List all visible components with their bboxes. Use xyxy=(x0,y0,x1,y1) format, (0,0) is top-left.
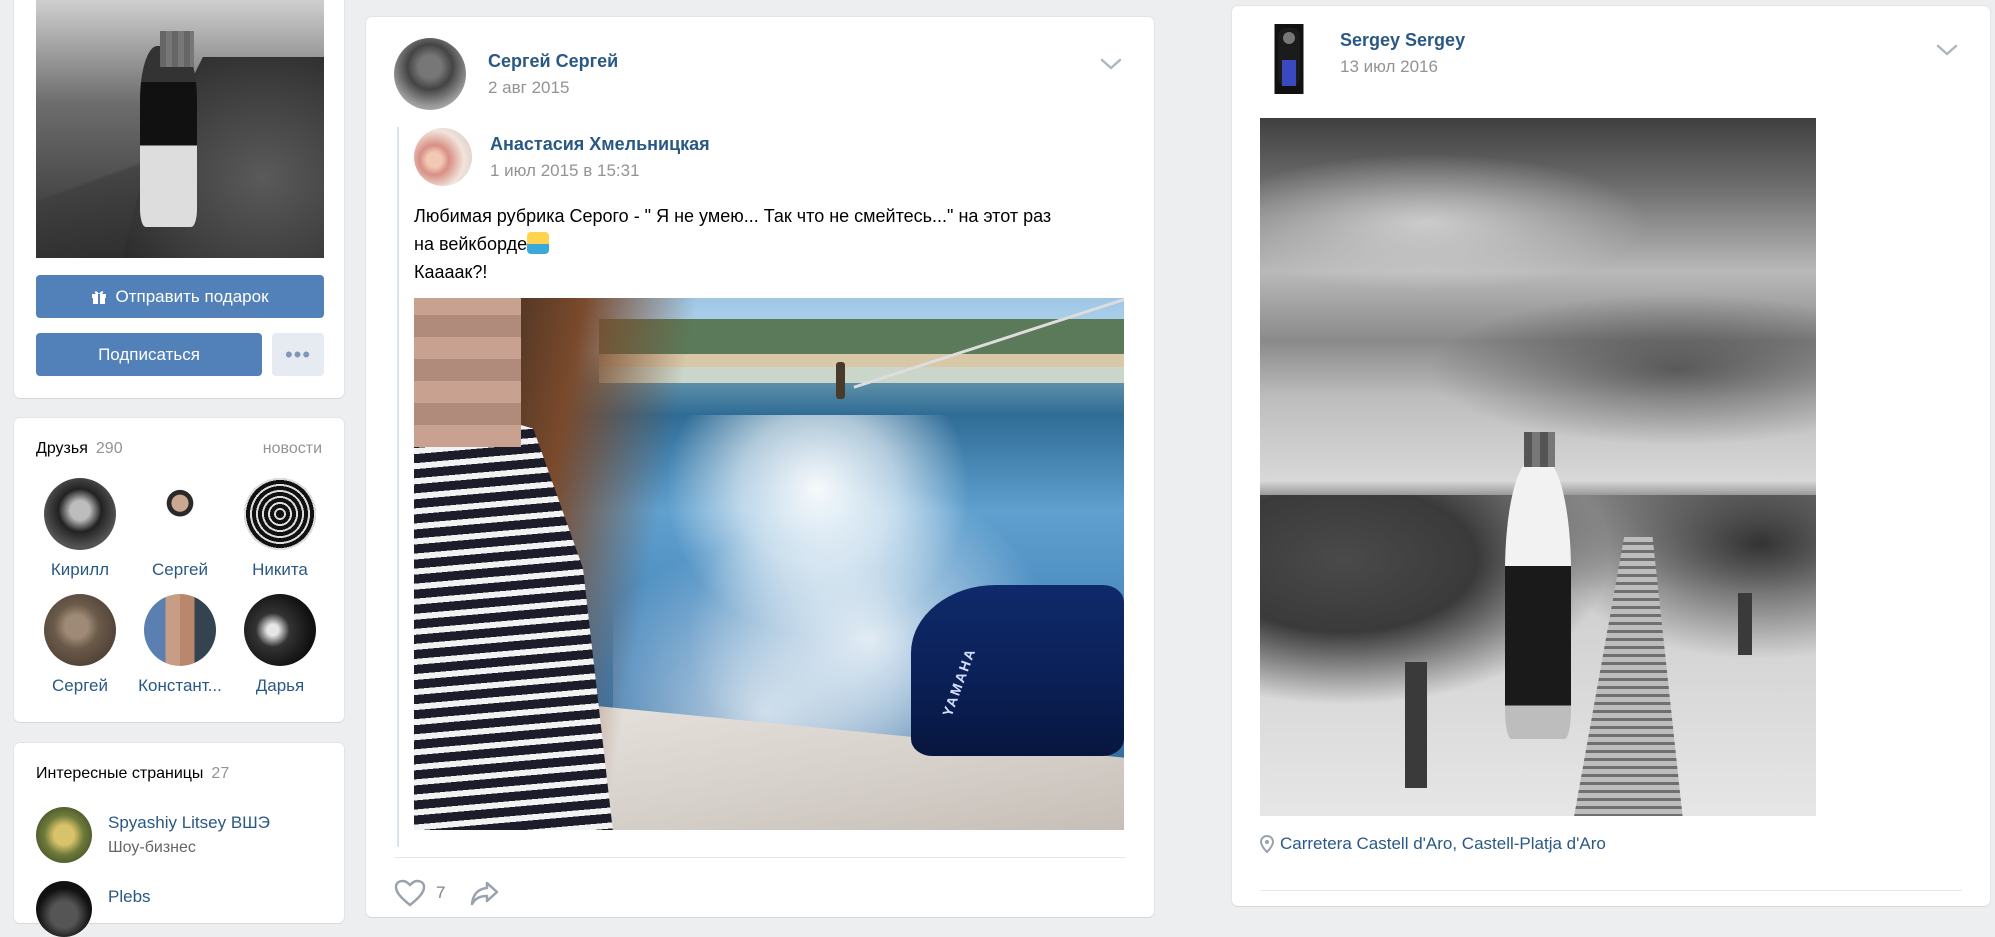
friend-avatar xyxy=(244,478,316,550)
share-button[interactable] xyxy=(469,879,501,907)
post-actions: 7 xyxy=(394,879,501,907)
post-text-line: Любимая рубрика Серого - " Я не умею... … xyxy=(414,206,1052,226)
photo-person xyxy=(139,46,198,228)
page-avatar xyxy=(36,807,92,863)
location-pin-icon xyxy=(1260,835,1274,853)
post-divider xyxy=(1260,890,1962,891)
friend-item[interactable]: Никита xyxy=(230,478,330,580)
friend-item[interactable]: Кирилл xyxy=(30,478,130,580)
interesting-pages-block: Интересные страницы 27 Spyashiy Litsey В… xyxy=(14,743,344,937)
friend-avatar xyxy=(44,478,116,550)
gift-icon xyxy=(91,289,107,305)
profile-card: Отправить подарок Подписаться ••• xyxy=(14,0,344,398)
friend-name: Никита xyxy=(252,560,308,579)
page-title: Plebs xyxy=(108,887,151,906)
post-text-line: на вейкборде xyxy=(414,234,528,254)
friends-news-link[interactable]: новости xyxy=(263,440,322,458)
post-author-name[interactable]: Сергей Сергей xyxy=(488,51,618,72)
friend-item[interactable]: Сергей xyxy=(130,478,230,580)
repost-header: Анастасия Хмельницкая 1 июл 2015 в 15:31 xyxy=(414,128,710,186)
photo-motor xyxy=(911,585,1124,756)
send-gift-button[interactable]: Отправить подарок xyxy=(36,275,324,318)
photo-fence-post xyxy=(1738,592,1753,656)
friend-avatar xyxy=(144,594,216,666)
avatar-figure xyxy=(1278,28,1300,86)
repost-author-avatar[interactable] xyxy=(414,128,472,186)
page-title: Spyashiy Litsey ВШЭ xyxy=(108,813,270,832)
photo-face-blur xyxy=(414,298,521,447)
post-text-line: Кааaак?! xyxy=(414,262,488,282)
repost-date[interactable]: 1 июл 2015 в 15:31 xyxy=(490,161,710,181)
author-avatar[interactable] xyxy=(394,38,466,110)
friends-header: Друзья 290 новости xyxy=(36,438,322,460)
post-card: Sergey Sergey 13 июл 2016 Carretera Cast… xyxy=(1232,6,1990,906)
like-count: 7 xyxy=(436,883,446,902)
profile-photo[interactable] xyxy=(36,0,324,258)
friend-item[interactable]: Дарья xyxy=(230,594,330,696)
friend-avatar xyxy=(144,478,216,550)
photo-face-blur xyxy=(159,30,195,68)
more-actions-button[interactable]: ••• xyxy=(272,333,324,376)
page-item[interactable]: Spyashiy Litsey ВШЭ Шоу-бизнес xyxy=(36,807,270,863)
share-icon xyxy=(471,881,499,906)
chevron-down-icon[interactable] xyxy=(1936,43,1958,57)
post-header: Сергей Сергей 2 авг 2015 xyxy=(394,38,618,110)
photo-wakeboarder xyxy=(836,361,845,400)
surfer-emoji-icon xyxy=(527,232,550,254)
subscribe-button[interactable]: Подписаться xyxy=(36,333,262,376)
post-photo[interactable]: YAMAHA xyxy=(414,298,1124,830)
friends-title[interactable]: Друзья xyxy=(36,440,88,458)
friends-count: 290 xyxy=(95,440,123,457)
heart-icon xyxy=(394,879,426,907)
photo-cloud xyxy=(1426,292,1816,447)
friend-avatar xyxy=(44,594,116,666)
friends-block: Друзья 290 новости Кирилл Сергей Никита … xyxy=(14,418,344,722)
post-date[interactable]: 13 июл 2016 xyxy=(1340,57,1465,77)
friend-name: Сергей xyxy=(152,560,208,579)
friend-name: Констант... xyxy=(138,676,222,695)
post-text-line-2: на вейкборде xyxy=(414,230,1134,258)
page-subtitle: Шоу-бизнес xyxy=(108,839,196,856)
photo-cloud xyxy=(1260,152,1650,293)
post-text: Любимая рубрика Серого - " Я не умею... … xyxy=(414,202,1134,286)
location-text: Carretera Castell d'Aro, Castell-Platja … xyxy=(1280,834,1606,853)
page-avatar xyxy=(36,881,92,937)
friend-name: Дарья xyxy=(255,676,305,695)
pages-count: 27 xyxy=(211,765,230,782)
pages-title[interactable]: Интересные страницы xyxy=(36,765,203,783)
post-photo[interactable] xyxy=(1260,118,1816,816)
chevron-down-icon[interactable] xyxy=(1100,57,1122,71)
friend-name: Кирилл xyxy=(50,560,110,579)
post-date[interactable]: 2 авг 2015 xyxy=(488,78,618,98)
page-item[interactable]: Plebs xyxy=(36,881,151,937)
friends-grid: Кирилл Сергей Никита Сергей Констант... … xyxy=(30,478,330,696)
post-divider xyxy=(394,857,1126,858)
friend-item[interactable]: Констант... xyxy=(130,594,230,696)
pages-header: Интересные страницы 27 xyxy=(36,763,322,785)
author-avatar[interactable] xyxy=(1260,24,1318,94)
repost-author-name[interactable]: Анастасия Хмельницкая xyxy=(490,134,710,155)
friend-avatar xyxy=(244,594,316,666)
like-button[interactable]: 7 xyxy=(394,879,445,907)
photo-person xyxy=(1504,460,1572,740)
post-author-name[interactable]: Sergey Sergey xyxy=(1340,30,1465,51)
post-location[interactable]: Carretera Castell d'Aro, Castell-Platja … xyxy=(1260,834,1606,854)
friend-item[interactable]: Сергей xyxy=(30,594,130,696)
friend-name: Сергей xyxy=(52,676,108,695)
post-header: Sergey Sergey 13 июл 2016 xyxy=(1260,24,1465,94)
post-card: Сергей Сергей 2 авг 2015 Анастасия Хмель… xyxy=(366,17,1154,917)
send-gift-label: Отправить подарок xyxy=(115,286,269,306)
photo-face-blur xyxy=(1524,432,1555,467)
photo-fence-post xyxy=(1404,662,1427,789)
